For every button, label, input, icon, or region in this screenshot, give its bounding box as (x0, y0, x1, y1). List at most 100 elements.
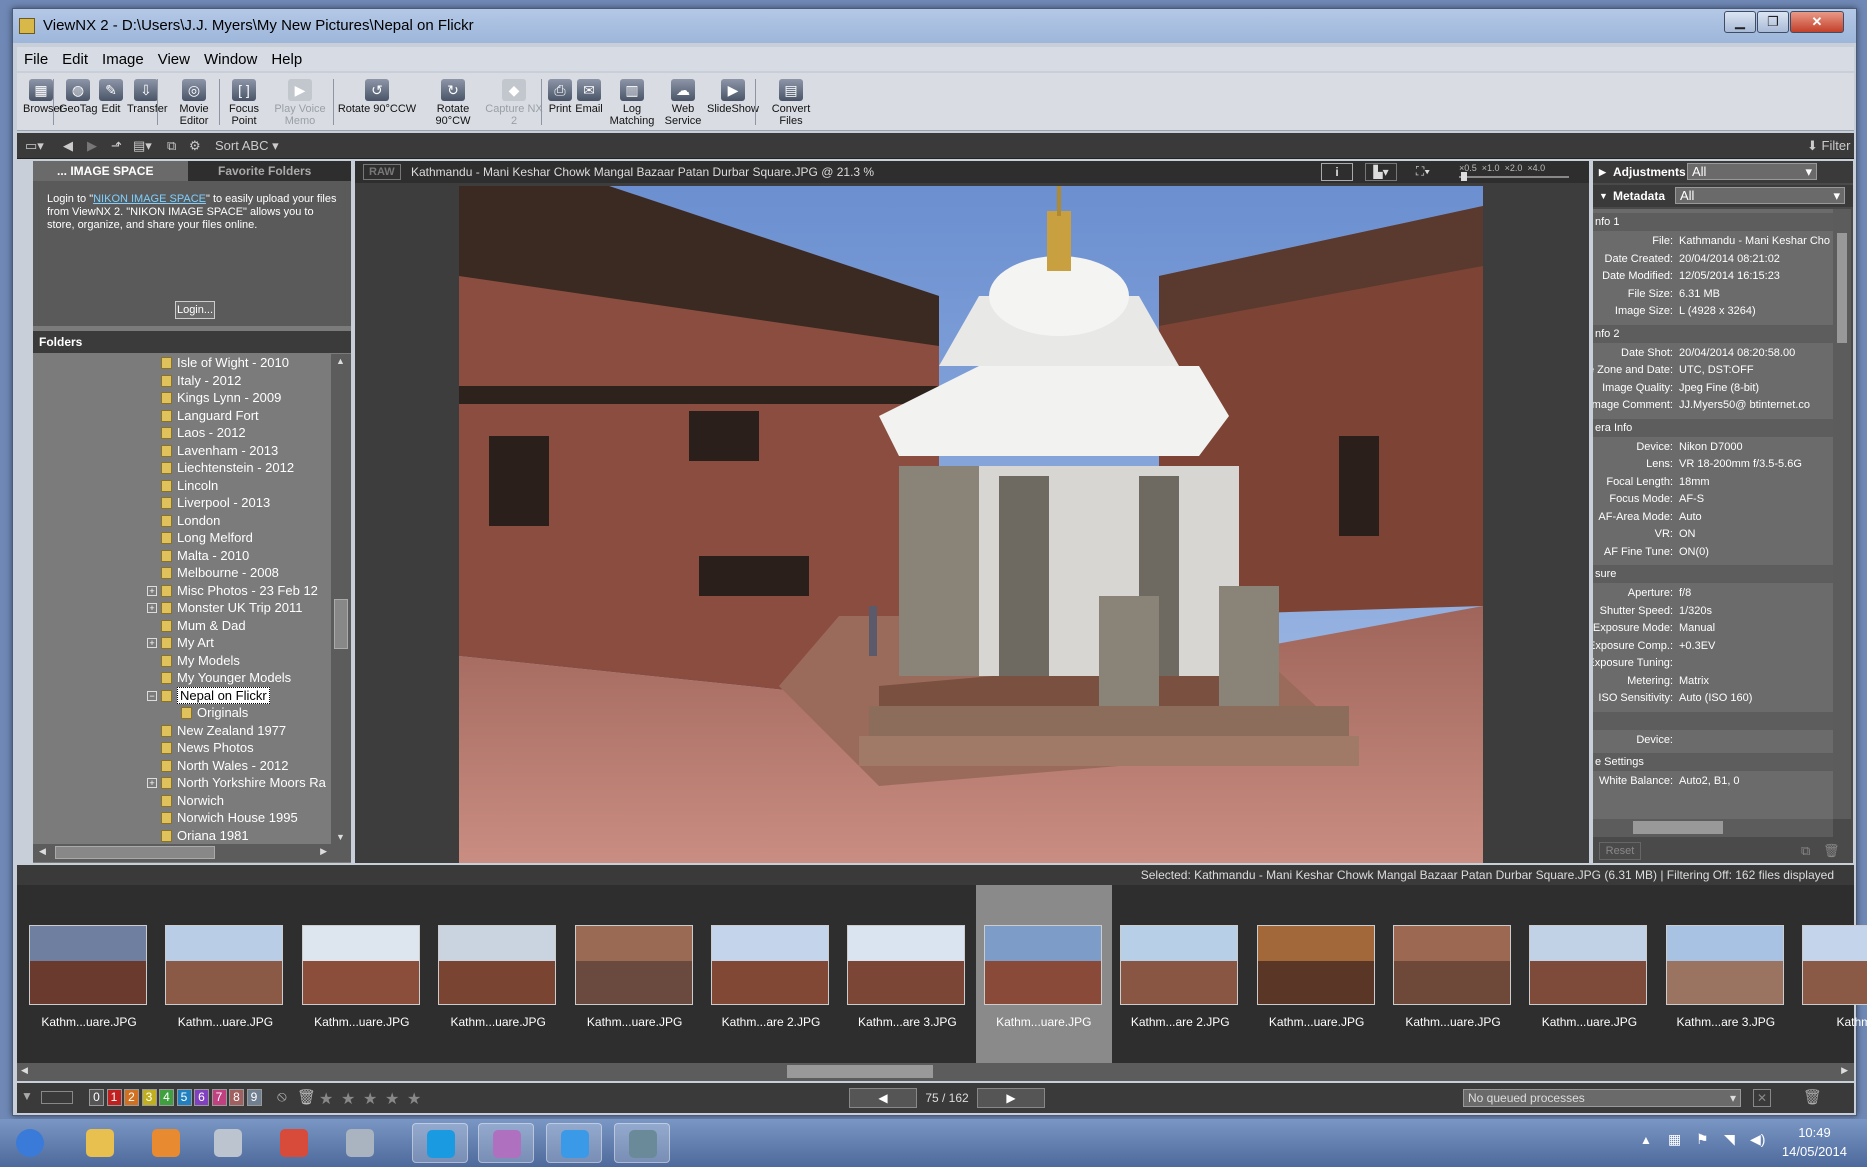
expand-icon[interactable]: + (147, 638, 157, 648)
process-queue-select[interactable]: No queued processes ▾ (1463, 1089, 1741, 1107)
star-5-icon[interactable]: ★ (407, 1089, 421, 1109)
metadata-group-header[interactable]: e Settings (1593, 753, 1833, 771)
taskbar-ie-button[interactable] (546, 1123, 602, 1163)
toolbar-slideshow-button[interactable]: ▶ SlideShow (707, 73, 759, 131)
toolbar-rotate-cw-button[interactable]: ↻ Rotate 90°CW (419, 73, 487, 131)
folder-item[interactable]: My Models (33, 652, 331, 670)
folder-item[interactable]: Lavenham - 2013 (33, 442, 331, 460)
sort-dropdown[interactable]: Sort ABC ▾ (215, 137, 279, 155)
close-button[interactable]: ✕ (1790, 11, 1844, 33)
toolbar-log-matching-button[interactable]: ▥ Log Matching (605, 73, 659, 131)
star-3-icon[interactable]: ★ (363, 1089, 377, 1109)
filmstrip-thumbnail[interactable]: Kathm...uare.JPG (21, 885, 157, 1063)
adjustments-select[interactable]: All ▾ (1687, 163, 1817, 180)
taskbar-chrome-button[interactable] (266, 1123, 322, 1163)
prev-image-button[interactable]: ◀ (849, 1088, 917, 1108)
label-button-4[interactable]: 4 (159, 1089, 174, 1106)
filmstrip-thumbnail[interactable]: Kathm...are 3.JPG (1658, 885, 1794, 1063)
menu-image[interactable]: Image (95, 47, 151, 68)
label-button-0[interactable]: 0 (89, 1089, 104, 1106)
folder-item[interactable]: Isle of Wight - 2010 (33, 354, 331, 372)
taskbar-paint-button[interactable] (478, 1123, 534, 1163)
tray-wifi-icon[interactable]: ◥ (1724, 1131, 1735, 1148)
folder-options-icon[interactable]: ▤▾ (133, 137, 152, 155)
filmstrip-thumbnail[interactable]: Kathm...a (1794, 885, 1867, 1063)
toolbar-capture-nx-button[interactable]: ◆ Capture NX 2 (481, 73, 547, 131)
folder-item[interactable]: + My Art (33, 634, 331, 652)
label-button-8[interactable]: 8 (229, 1089, 244, 1106)
menu-file[interactable]: File (17, 47, 55, 68)
fit-icon[interactable]: ⛶▾ (1407, 163, 1439, 181)
folder-item[interactable]: Melbourne - 2008 (33, 564, 331, 582)
taskbar-app-grid-button[interactable] (332, 1123, 388, 1163)
expand-icon[interactable]: + (147, 778, 157, 788)
reset-button[interactable]: Reset (1599, 842, 1641, 860)
tab-favorite-folders[interactable]: Favorite Folders (218, 161, 311, 181)
metadata-group-header[interactable] (1593, 711, 1833, 730)
tray-volume-icon[interactable]: ◀) (1750, 1131, 1765, 1148)
metadata-select[interactable]: All ▾ (1675, 187, 1845, 204)
folder-item[interactable]: Kings Lynn - 2009 (33, 389, 331, 407)
taskbar-skype-button[interactable] (412, 1123, 468, 1163)
folder-item[interactable]: Lincoln (33, 477, 331, 495)
clock[interactable]: 10:49 14/05/2014 (1782, 1123, 1847, 1161)
thumb-size-icon[interactable] (41, 1091, 73, 1104)
folder-item[interactable]: Long Melford (33, 529, 331, 547)
label-button-1[interactable]: 1 (106, 1089, 122, 1106)
label-button-7[interactable]: 7 (211, 1089, 227, 1106)
info-icon[interactable]: i (1321, 163, 1353, 181)
folder-item[interactable]: Languard Fort (33, 407, 331, 425)
metadata-group-header[interactable]: era Info (1593, 418, 1833, 437)
no-rating-icon[interactable]: ⦸ (277, 1088, 287, 1105)
zoom-slider-thumb[interactable] (1461, 172, 1467, 181)
taskbar-viewnx-button[interactable] (614, 1123, 670, 1163)
toolbar-convert-files-button[interactable]: ▤ Convert Files (759, 73, 823, 131)
filmstrip-thumbnail[interactable]: Kathm...uare.JPG (294, 885, 430, 1063)
toolbar-transfer-button[interactable]: ⇩ Transfer (127, 73, 168, 131)
filmstrip-scrollbar[interactable]: ◀ ▶ (17, 1063, 1854, 1081)
folder-hscrollbar[interactable]: ◀ ▶ (33, 844, 351, 862)
toolbar-edit-button[interactable]: ✎ Edit (97, 73, 125, 131)
folder-up-icon[interactable]: ⬏ (111, 137, 122, 155)
label-button-2[interactable]: 2 (124, 1089, 139, 1106)
toolbar-print-button[interactable]: ⎙ Print (547, 73, 573, 131)
tab-image-space[interactable]: ... IMAGE SPACE (33, 161, 188, 181)
next-image-button[interactable]: ▶ (977, 1088, 1045, 1108)
folder-item[interactable]: North Wales - 2012 (33, 757, 331, 775)
folder-item[interactable]: Originals (33, 704, 331, 722)
filmstrip-thumbnail[interactable]: Kathm...uare.JPG (1385, 885, 1521, 1063)
folder-scrollbar[interactable]: ▲ ▼ (331, 354, 351, 844)
tray-arrow-icon[interactable]: ▲ (1640, 1133, 1652, 1147)
filmstrip-thumbnail[interactable]: Kathm...are 2.JPG (703, 885, 839, 1063)
label-button-5[interactable]: 5 (176, 1089, 192, 1106)
filmstrip-thumbnail[interactable]: Kathm...are 3.JPG (839, 885, 975, 1063)
metadata-hscrollbar[interactable] (1593, 819, 1833, 837)
folder-item[interactable]: New Zealand 1977 (33, 722, 331, 740)
expand-icon[interactable]: + (147, 603, 157, 613)
star-2-icon[interactable]: ★ (341, 1089, 355, 1109)
taskbar-start-button[interactable] (8, 1123, 52, 1163)
folder-item[interactable]: Oriana 1981 (33, 827, 331, 845)
filmstrip-thumbnail[interactable]: Kathm...uare.JPG (975, 885, 1112, 1063)
label-button-9[interactable]: 9 (246, 1089, 262, 1106)
collapse-icon[interactable]: ▼ (21, 1089, 33, 1103)
filmstrip-thumbnail[interactable]: Kathm...uare.JPG (567, 885, 703, 1063)
filmstrip-thumbnail[interactable]: Kathm...uare.JPG (430, 885, 566, 1063)
expand-icon[interactable]: + (147, 585, 157, 596)
label-button-6[interactable]: 6 (194, 1089, 209, 1106)
filmstrip-thumbnail[interactable]: Kathm...uare.JPG (1521, 885, 1657, 1063)
view-mode-icon[interactable]: ▭▾ (25, 137, 44, 155)
folder-item[interactable]: London (33, 512, 331, 530)
back-icon[interactable]: ◀ (63, 137, 73, 155)
folder-item[interactable]: Laos - 2012 (33, 424, 331, 442)
toolbar-focus-point-button[interactable]: [ ] Focus Point (223, 73, 265, 131)
filmstrip-thumbnail[interactable]: Kathm...uare.JPG (157, 885, 293, 1063)
toolbar-voice-memo-button[interactable]: ▶ Play Voice Memo (265, 73, 335, 131)
cancel-process-icon[interactable]: ✕ (1753, 1089, 1771, 1107)
filter-button[interactable]: ⬇ Filter (1807, 137, 1850, 155)
folder-item[interactable]: + Misc Photos - 23 Feb 12 (33, 582, 331, 600)
label-button-3[interactable]: 3 (141, 1089, 157, 1106)
metadata-group-header[interactable]: nfo 1 (1593, 213, 1833, 231)
folder-item[interactable]: Norwich (33, 792, 331, 810)
collapse-icon[interactable]: − (147, 690, 157, 701)
